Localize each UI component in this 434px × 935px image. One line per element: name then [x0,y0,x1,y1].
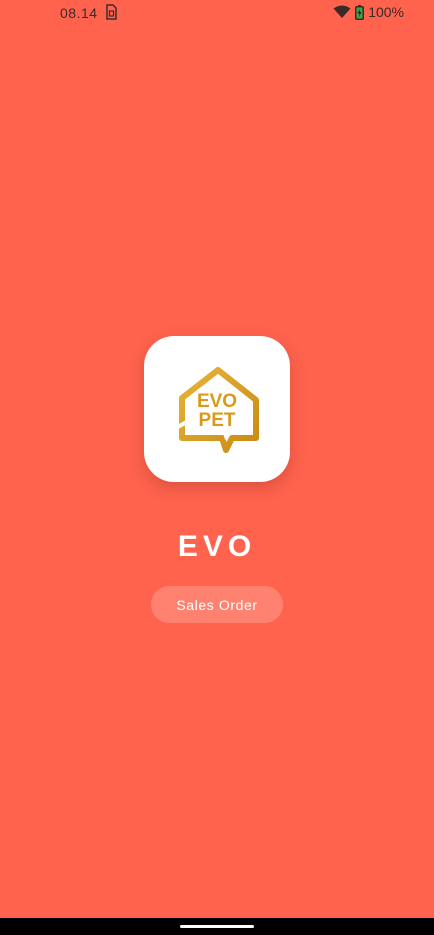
logo-text-bottom: PET [199,410,236,431]
home-gesture-handle[interactable] [180,925,254,928]
splash-content: EVO PET EVO Sales Order [0,0,434,935]
navigation-bar [0,918,434,935]
app-logo: EVO PET [144,336,290,482]
app-title: EVO [177,530,257,563]
splash-screen: 08.14 100% EVO PET EVO Sales Order [0,0,434,935]
evopet-logo-icon: EVO PET [175,367,259,453]
logo-text-top: EVO [197,391,237,412]
app-subtitle-badge: Sales Order [151,586,283,623]
